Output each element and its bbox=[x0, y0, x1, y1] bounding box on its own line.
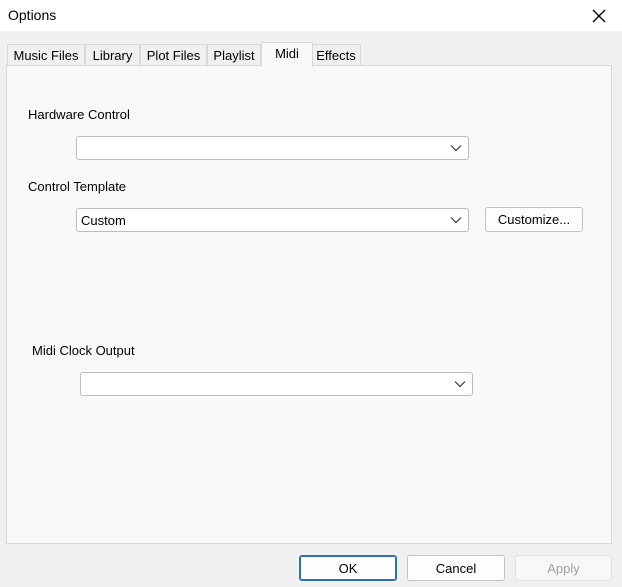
chevron-down-icon bbox=[444, 137, 468, 159]
apply-button-label: Apply bbox=[547, 560, 580, 576]
title-bar: Options bbox=[0, 0, 622, 31]
hardware-control-label: Hardware Control bbox=[28, 107, 130, 122]
ok-button[interactable]: OK bbox=[299, 555, 397, 581]
customize-button-label: Customize... bbox=[497, 212, 571, 227]
window-title: Options bbox=[8, 7, 57, 23]
close-icon bbox=[592, 9, 606, 22]
midi-clock-output-label: Midi Clock Output bbox=[32, 343, 135, 358]
customize-button[interactable]: Customize... bbox=[485, 207, 583, 232]
tab-plot-files[interactable]: Plot Files bbox=[140, 44, 207, 66]
control-template-dropdown[interactable]: Custom bbox=[76, 208, 469, 232]
tab-library[interactable]: Library bbox=[85, 44, 140, 66]
chevron-down-icon bbox=[444, 209, 468, 231]
control-template-value: Custom bbox=[81, 212, 126, 228]
tab-playlist[interactable]: Playlist bbox=[207, 44, 261, 66]
midi-clock-output-dropdown[interactable] bbox=[80, 372, 473, 396]
midi-tab-panel: Hardware Control Control Template Custom… bbox=[6, 65, 612, 544]
close-button[interactable] bbox=[576, 0, 622, 31]
tab-label: Plot Files bbox=[146, 48, 201, 63]
tab-label: Library bbox=[92, 48, 133, 63]
tab-label: Midi bbox=[275, 46, 299, 61]
hardware-control-dropdown[interactable] bbox=[76, 136, 469, 160]
tab-strip: Music Files Library Plot Files Playlist … bbox=[7, 42, 617, 67]
tab-label: Effects bbox=[316, 48, 356, 63]
tab-effects[interactable]: Effects bbox=[311, 44, 361, 66]
tab-midi[interactable]: Midi bbox=[261, 42, 313, 67]
tab-label: Playlist bbox=[213, 48, 255, 63]
tab-label: Music Files bbox=[13, 48, 79, 63]
control-template-label: Control Template bbox=[28, 179, 127, 194]
cancel-button[interactable]: Cancel bbox=[407, 555, 505, 581]
cancel-button-label: Cancel bbox=[435, 560, 477, 576]
chevron-down-icon bbox=[448, 373, 472, 395]
apply-button[interactable]: Apply bbox=[515, 555, 612, 581]
tab-music-files[interactable]: Music Files bbox=[7, 44, 85, 66]
ok-button-label: OK bbox=[338, 560, 358, 576]
